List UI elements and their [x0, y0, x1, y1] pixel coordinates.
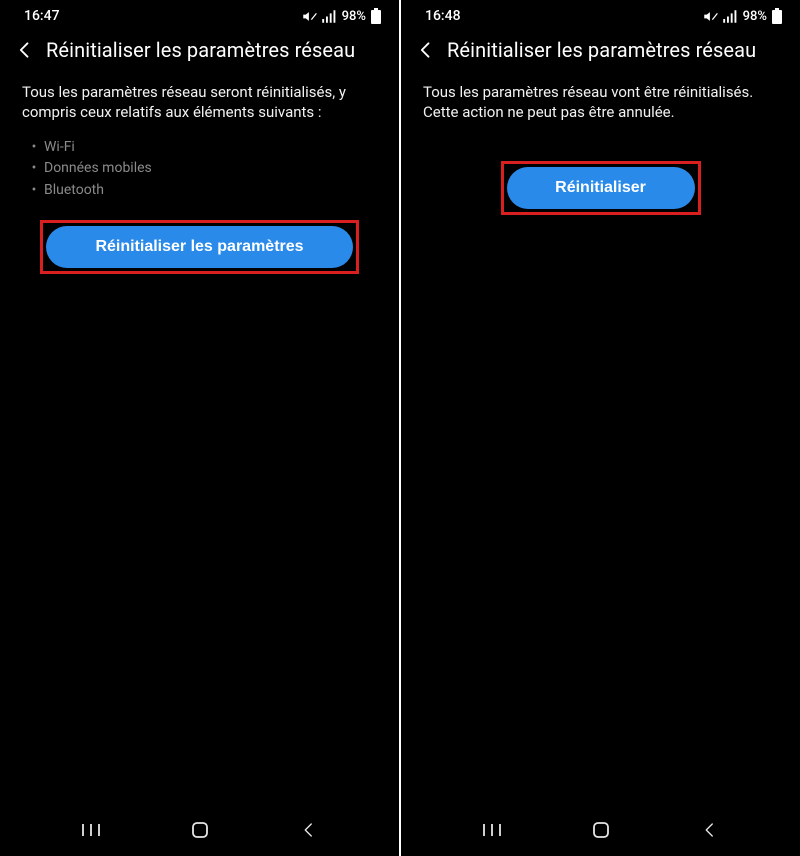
- reset-confirm-button[interactable]: Réinitialiser: [507, 167, 695, 209]
- battery-percentage: 98%: [342, 9, 366, 24]
- back-button[interactable]: [415, 39, 437, 61]
- status-time: 16:47: [24, 8, 60, 24]
- chevron-left-icon: [15, 40, 35, 60]
- recents-icon: [81, 822, 101, 838]
- back-icon: [300, 821, 318, 839]
- navigation-bar: [0, 810, 399, 856]
- recents-icon: [482, 822, 502, 838]
- home-icon: [592, 821, 610, 839]
- page-header: Réinitialiser les paramètres réseau: [401, 28, 800, 76]
- highlighted-button-frame: Réinitialiser les paramètres: [40, 220, 359, 274]
- back-button[interactable]: [14, 39, 36, 61]
- battery-percentage: 98%: [743, 9, 767, 24]
- list-item: •Bluetooth: [30, 180, 377, 202]
- signal-icon: [321, 9, 336, 24]
- chevron-left-icon: [416, 40, 436, 60]
- list-item-label: Wi-Fi: [44, 137, 75, 159]
- nav-home-button[interactable]: [571, 814, 631, 846]
- status-indicators: 98%: [703, 8, 782, 24]
- intro-text: Tous les paramètres réseau seront réinit…: [0, 76, 399, 133]
- list-item-label: Bluetooth: [44, 180, 104, 202]
- reset-settings-button[interactable]: Réinitialiser les paramètres: [46, 226, 353, 268]
- phone-screen-left: 16:47 98%: [0, 0, 399, 856]
- signal-icon: [722, 9, 737, 24]
- volume-mute-icon: [302, 9, 317, 24]
- status-bar: 16:47 98%: [0, 0, 399, 28]
- status-indicators: 98%: [302, 8, 381, 24]
- status-time: 16:48: [425, 8, 461, 24]
- list-item: •Données mobiles: [30, 158, 377, 180]
- page-title: Réinitialiser les paramètres réseau: [46, 38, 355, 62]
- nav-recents-button[interactable]: [462, 814, 522, 846]
- nav-recents-button[interactable]: [61, 814, 121, 846]
- page-title: Réinitialiser les paramètres réseau: [447, 38, 756, 62]
- battery-icon: [371, 8, 381, 24]
- home-icon: [191, 821, 209, 839]
- nav-home-button[interactable]: [170, 814, 230, 846]
- highlighted-button-frame: Réinitialiser: [501, 161, 701, 215]
- battery-icon: [772, 8, 782, 24]
- reset-items-list: •Wi-Fi •Données mobiles •Bluetooth: [0, 133, 399, 202]
- list-item-label: Données mobiles: [44, 158, 152, 180]
- page-header: Réinitialiser les paramètres réseau: [0, 28, 399, 76]
- back-icon: [701, 821, 719, 839]
- volume-mute-icon: [703, 9, 718, 24]
- phone-screen-right: 16:48 98%: [401, 0, 800, 856]
- status-bar: 16:48 98%: [401, 0, 800, 28]
- intro-text: Tous les paramètres réseau vont être réi…: [401, 76, 800, 133]
- navigation-bar: [401, 810, 800, 856]
- nav-back-button[interactable]: [680, 814, 740, 846]
- nav-back-button[interactable]: [279, 814, 339, 846]
- list-item: •Wi-Fi: [30, 137, 377, 159]
